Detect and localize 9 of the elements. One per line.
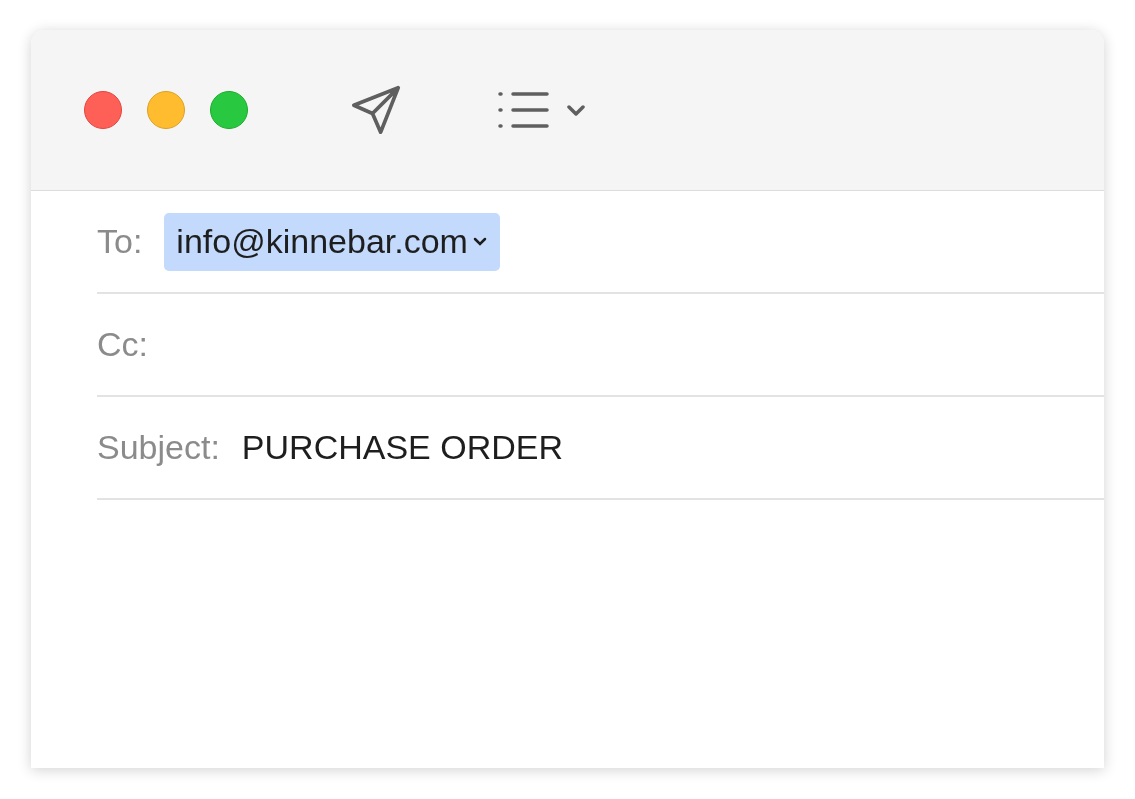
- zoom-button[interactable]: [210, 91, 248, 129]
- field-label: Subject:: [97, 427, 220, 468]
- subject-value[interactable]: PURCHASE ORDER: [241, 422, 564, 473]
- chevron-down-icon: [471, 235, 488, 248]
- close-button[interactable]: [84, 91, 122, 129]
- field-label: Cc:: [97, 324, 148, 365]
- field-label: To:: [97, 221, 143, 262]
- minimize-button[interactable]: [147, 91, 185, 129]
- recipient-token[interactable]: info@kinnebar.com: [164, 212, 500, 271]
